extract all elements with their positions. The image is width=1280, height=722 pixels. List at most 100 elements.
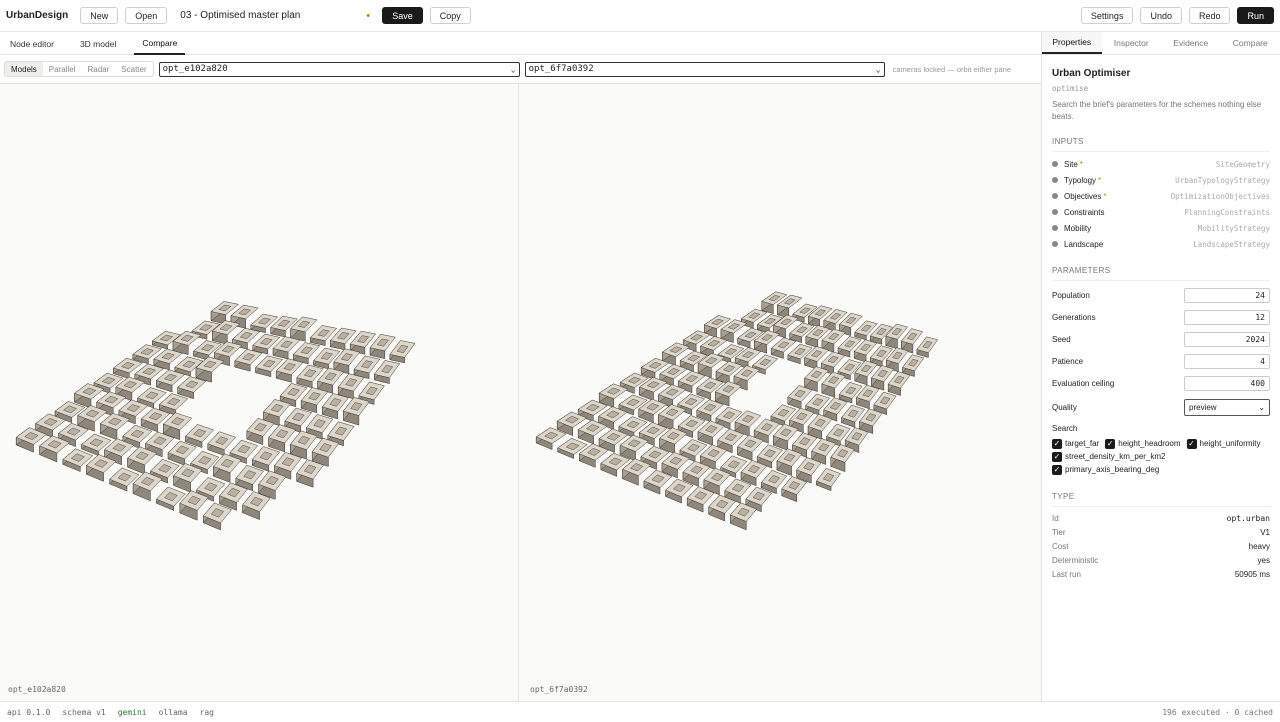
gemini-status: gemini <box>117 707 147 717</box>
mode-models[interactable]: Models <box>5 62 43 76</box>
type-list: Id opt.urban Tier V1 Cost heavy Determinist… <box>1052 511 1270 581</box>
check-label: height_uniformity <box>1199 439 1261 448</box>
input-objectives[interactable]: Objectives * OptimizationObjectives <box>1052 188 1270 204</box>
left-scheme-select[interactable]: opt_e102a820 ⌄ <box>158 61 520 77</box>
quality-value: preview <box>1189 402 1217 412</box>
input-name: Landscape <box>1064 239 1104 249</box>
chevron-down-icon: ⌄ <box>875 64 881 74</box>
type-heading: TYPE <box>1052 492 1270 507</box>
quality-select[interactable]: preview ⌄ <box>1184 398 1270 416</box>
checkbox-checked-icon: ✓ <box>1052 464 1062 475</box>
mode-scatter[interactable]: Scatter <box>115 62 152 76</box>
api-version: api 0.1.0 <box>7 707 51 717</box>
tab-inspector[interactable]: Inspector <box>1102 32 1162 54</box>
rag-status: rag <box>199 707 214 717</box>
seed-input[interactable]: 2024 <box>1184 331 1270 347</box>
tab-node-editor[interactable]: Node editor <box>2 32 62 55</box>
tab-properties[interactable]: Properties <box>1042 32 1102 54</box>
check-height-headroom[interactable]: ✓ height_headroom <box>1105 437 1181 450</box>
check-primary-axis-bearing[interactable]: ✓ primary_axis_bearing_deg <box>1052 463 1264 476</box>
tab-compare[interactable]: Compare <box>134 32 186 55</box>
param-generations: Generations 12 <box>1052 306 1270 328</box>
open-button[interactable]: Open <box>125 7 168 24</box>
schema-version: schema v1 <box>62 707 106 717</box>
param-label: Evaluation ceiling <box>1052 378 1115 388</box>
unsaved-indicator: • <box>366 9 371 22</box>
param-seed: Seed 2024 <box>1052 328 1270 350</box>
right-pane-label: opt_6f7a0392 <box>530 685 588 694</box>
type-row-cost: Cost heavy <box>1052 539 1270 553</box>
patience-input[interactable]: 4 <box>1184 353 1270 369</box>
tab-evidence[interactable]: Evidence <box>1161 32 1221 54</box>
required-marker: * <box>1103 191 1107 201</box>
check-height-uniformity[interactable]: ✓ height_uniformity <box>1186 437 1261 450</box>
new-button[interactable]: New <box>80 7 119 24</box>
right-massing-model[interactable] <box>520 84 1041 701</box>
mode-parallel[interactable]: Parallel <box>43 62 82 76</box>
checkbox-checked-icon: ✓ <box>1052 451 1062 462</box>
input-type: PlanningConstraints <box>1184 207 1270 217</box>
input-typology[interactable]: Typology * UrbanTypologyStrategy <box>1052 172 1270 188</box>
param-label: Seed <box>1052 334 1071 344</box>
input-name: Constraints <box>1064 207 1105 217</box>
input-name: Objectives <box>1064 191 1102 201</box>
input-type: UrbanTypologyStrategy <box>1175 175 1270 185</box>
type-value: V1 <box>1260 527 1270 537</box>
input-name: Site <box>1064 159 1078 169</box>
execution-count: 196 executed · 0 cached <box>1162 707 1273 717</box>
input-site[interactable]: Site * SiteGeometry <box>1052 156 1270 172</box>
input-constraints[interactable]: Constraints PlanningConstraints <box>1052 204 1270 220</box>
input-name: Mobility <box>1064 223 1092 233</box>
top-toolbar: UrbanDesign New Open 03 - Optimised mast… <box>0 0 1280 32</box>
parameters-list: Population 24 Generations 12 Seed 2024 Pati… <box>1052 284 1270 420</box>
param-quality: Quality preview ⌄ <box>1052 394 1270 420</box>
status-bar: api 0.1.0 schema v1 gemini ollama rag 19… <box>0 701 1280 722</box>
evaluation-ceiling-input[interactable]: 400 <box>1184 375 1270 391</box>
search-checkboxes: ✓ target_far ✓ height_headroom ✓ height_uni… <box>1052 437 1270 476</box>
node-description: Search the brief's parameters for the sc… <box>1052 100 1262 121</box>
type-value: opt.urban <box>1226 513 1270 523</box>
camera-lock-hint: cameras locked — orbit either pane <box>892 64 1012 74</box>
port-dot-icon <box>1052 241 1058 247</box>
population-input[interactable]: 24 <box>1184 287 1270 303</box>
generations-input[interactable]: 12 <box>1184 309 1270 325</box>
chevron-down-icon: ⌄ <box>510 64 516 74</box>
undo-button[interactable]: Undo <box>1140 7 1182 24</box>
node-code: optimise <box>1052 84 1089 93</box>
left-massing-model[interactable] <box>0 84 519 701</box>
right-scheme-value: opt_6f7a0392 <box>528 64 594 74</box>
tab-3d-model[interactable]: 3D model <box>72 32 124 55</box>
type-key: Cost <box>1052 541 1069 551</box>
checkbox-checked-icon: ✓ <box>1186 438 1197 449</box>
type-key: Id <box>1052 513 1059 523</box>
type-row-deterministic: Deterministic yes <box>1052 553 1270 567</box>
param-label: Patience <box>1052 356 1084 366</box>
settings-button[interactable]: Settings <box>1080 7 1134 24</box>
check-street-density[interactable]: ✓ street_density_km_per_km2 <box>1052 450 1264 463</box>
input-name: Typology <box>1064 175 1097 185</box>
redo-button[interactable]: Redo <box>1188 7 1231 24</box>
param-population: Population 24 <box>1052 284 1270 306</box>
input-landscape[interactable]: Landscape LandscapeStrategy <box>1052 236 1270 252</box>
document-title[interactable]: 03 - Optimised master plan <box>180 10 366 21</box>
tab-sidebar-compare[interactable]: Compare <box>1221 32 1280 54</box>
type-row-last-run: Last run 50905 ms <box>1052 567 1270 581</box>
right-scheme-select[interactable]: opt_6f7a0392 ⌄ <box>524 61 885 77</box>
input-mobility[interactable]: Mobility MobilityStrategy <box>1052 220 1270 236</box>
save-button[interactable]: Save <box>382 7 423 24</box>
type-value: heavy <box>1248 541 1270 551</box>
check-target-far[interactable]: ✓ target_far <box>1052 437 1099 450</box>
right-model-viewport[interactable]: opt_6f7a0392 <box>520 84 1041 701</box>
run-button[interactable]: Run <box>1237 7 1274 24</box>
left-model-viewport[interactable]: opt_e102a820 <box>0 84 519 701</box>
copy-button[interactable]: Copy <box>429 7 471 24</box>
input-type: LandscapeStrategy <box>1193 239 1270 249</box>
chevron-down-icon: ⌄ <box>1258 402 1265 412</box>
search-label: Search <box>1052 424 1078 433</box>
mode-radar[interactable]: Radar <box>81 62 115 76</box>
node-title: Urban Optimiser <box>1052 68 1131 79</box>
inputs-heading: INPUTS <box>1052 137 1270 152</box>
input-type: OptimizationObjectives <box>1170 191 1270 201</box>
port-dot-icon <box>1052 209 1058 215</box>
input-type: MobilityStrategy <box>1197 223 1270 233</box>
